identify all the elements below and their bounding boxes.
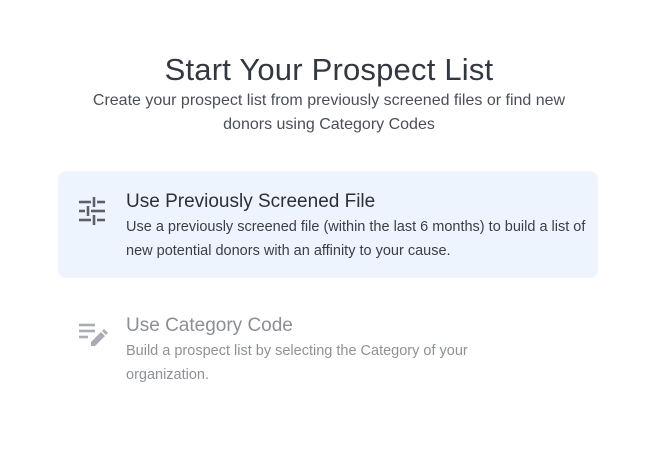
option-description: Build a prospect list by selecting the C… (126, 343, 468, 383)
tune-sliders-icon (76, 193, 108, 225)
option-previously-screened-file[interactable]: Use Previously Screened File Use a previ… (58, 171, 598, 278)
option-category-code[interactable]: Use Category Code Build a prospect list … (58, 300, 598, 396)
edit-list-icon (76, 317, 108, 349)
page-subtitle: Create your prospect list from previousl… (92, 92, 566, 133)
prospect-list-start-page: Start Your Prospect List Create your pro… (0, 0, 658, 458)
page-title: Start Your Prospect List (164, 52, 494, 87)
option-title: Use Category Code (126, 315, 293, 336)
option-description: Use a previously screened file (within t… (126, 219, 586, 259)
option-title: Use Previously Screened File (126, 191, 376, 212)
